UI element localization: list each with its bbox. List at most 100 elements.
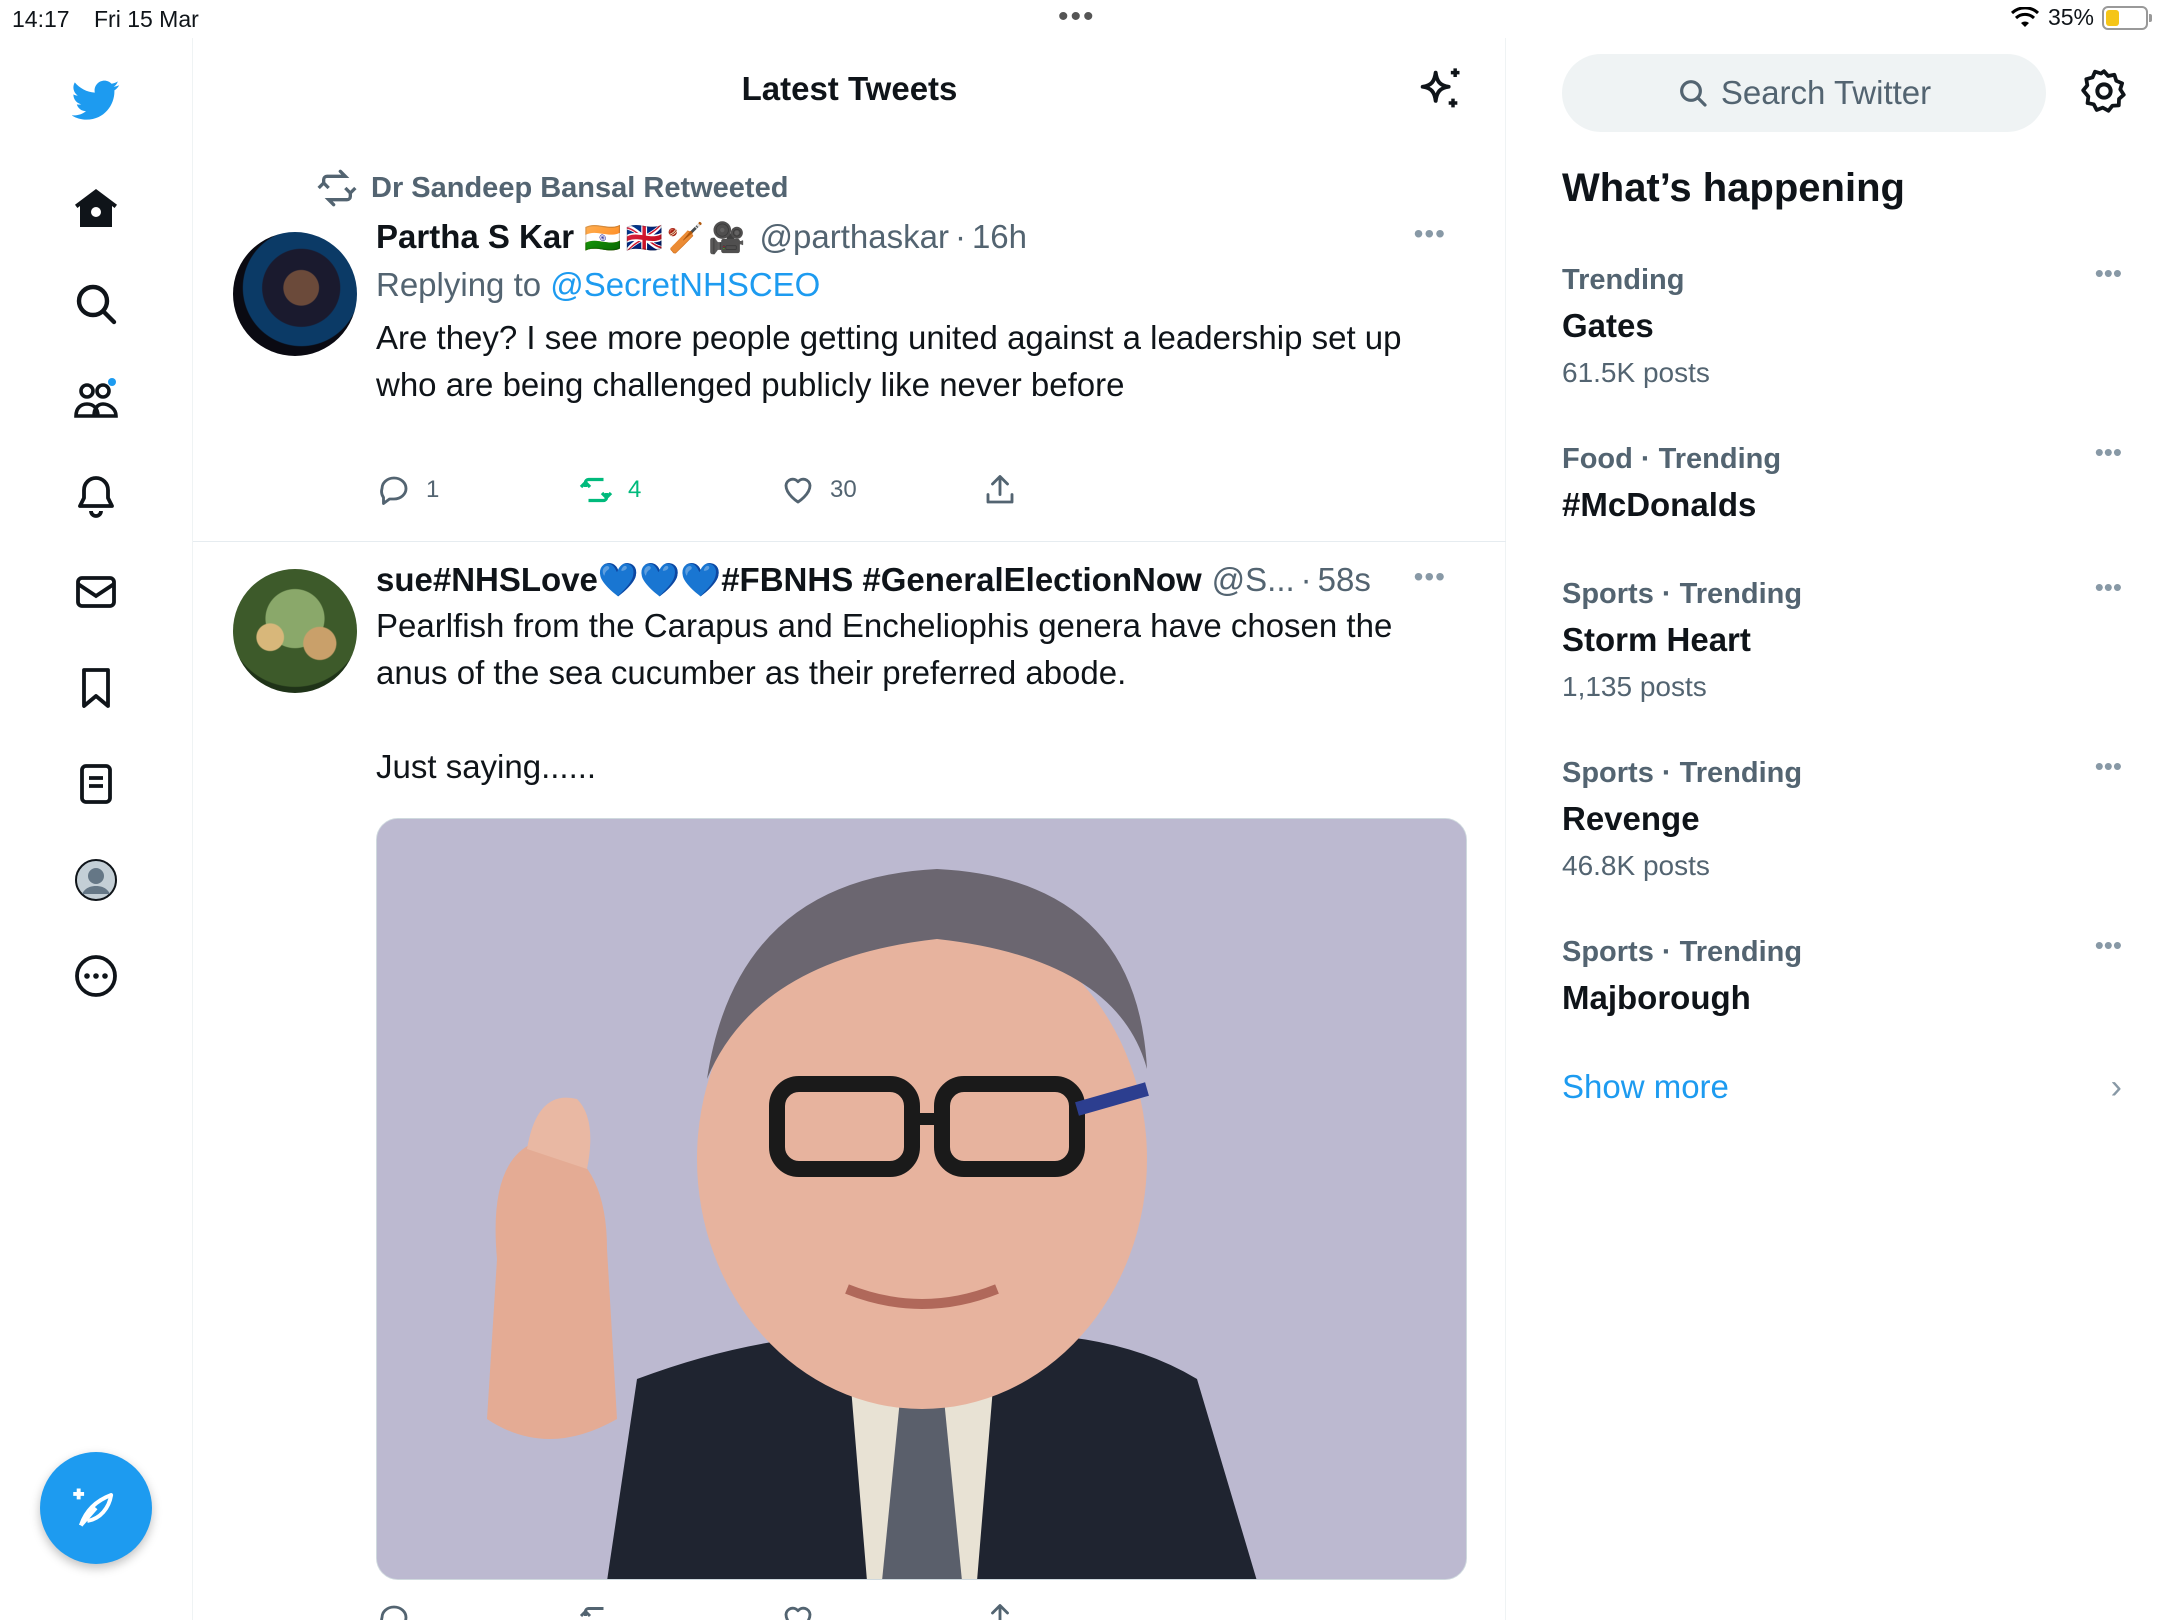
more-options-icon[interactable] [64, 944, 128, 1008]
trend-name: Gates [1562, 307, 1654, 344]
trend-count: 1,135 posts [1562, 671, 1707, 702]
replying-to-handle[interactable]: @SecretNHSCEO [550, 266, 820, 303]
retweet-button[interactable]: 4 [578, 472, 780, 508]
tweet-text: Are they? I see more people getting unit… [376, 319, 1411, 403]
trend-more-icon[interactable]: ••• [2095, 437, 2122, 468]
heart-icon [784, 477, 812, 504]
status-date: Fri 15 Mar [94, 6, 199, 32]
retweet-context: Dr Sandeep Bansal Retweeted [317, 168, 788, 208]
left-navigation [0, 38, 193, 1620]
like-button[interactable] [780, 1601, 982, 1620]
tweet-body: sue#NHSLove 💙💙💙 #FBNHS #GeneralElectionN… [376, 561, 1466, 790]
trend-name: Majborough [1562, 979, 1751, 1016]
retweet-icon [579, 477, 613, 503]
share-button[interactable] [982, 1601, 1184, 1620]
messages-envelope-icon[interactable] [64, 560, 128, 624]
retweet-count: 4 [628, 476, 642, 503]
show-more-link[interactable]: Show more › [1562, 1068, 2122, 1106]
twitter-logo-icon[interactable] [64, 68, 128, 132]
trend-name: #McDonalds [1562, 486, 1757, 523]
multitasking-dots[interactable]: ••• [1058, 0, 1096, 34]
retweeted-by[interactable]: Dr Sandeep Bansal Retweeted [371, 172, 788, 205]
notifications-bell-icon[interactable] [64, 464, 128, 528]
trend-count: 46.8K posts [1562, 850, 1710, 881]
share-button[interactable] [982, 472, 1184, 508]
reply-icon [380, 1605, 408, 1620]
settings-gear-icon[interactable] [2079, 66, 2129, 116]
author-name-emojis: 🇮🇳🇬🇧🏏🎥 [584, 222, 750, 255]
trend-meta: Sports · Trending [1562, 757, 1803, 789]
tweet-image[interactable] [376, 818, 1467, 1580]
share-icon [986, 475, 1014, 504]
trend-meta: Sports · Trending [1562, 936, 1803, 968]
tweet-more-icon[interactable]: ••• [1414, 561, 1446, 593]
author-handle[interactable]: @S... [1212, 561, 1295, 599]
battery-percent: 35% [2047, 4, 2094, 30]
trend-item[interactable]: Trending Gates 61.5K posts ••• [1562, 258, 2122, 389]
trend-name: Storm Heart [1562, 621, 1751, 658]
tweet-text: Pearlfish from the Carapus and Encheliop… [376, 607, 1393, 785]
author-name-part2[interactable]: #FBNHS #GeneralElectionNow [721, 561, 1201, 599]
sparkle-icon[interactable] [1414, 64, 1466, 116]
trend-meta: Sports · Trending [1562, 578, 1803, 610]
retweet-icon [317, 169, 357, 207]
timeline: Latest Tweets Dr Sandeep Bansal Retweete… [193, 38, 1506, 1620]
retweet-button[interactable] [578, 1601, 780, 1620]
like-button[interactable]: 30 [780, 472, 982, 508]
photo-man-in-suit [377, 819, 1466, 1579]
trend-more-icon[interactable]: ••• [2095, 751, 2122, 782]
tweet-time[interactable]: 16h [972, 218, 1027, 256]
profile-avatar-icon[interactable] [64, 848, 128, 912]
reply-button[interactable]: 1 [376, 472, 578, 508]
blue-hearts: 💙💙💙 [597, 561, 722, 598]
search-placeholder: Search Twitter [1720, 74, 1932, 111]
tweet-body: Partha S Kar 🇮🇳🇬🇧🏏🎥 @parthaskar · 16h ••… [376, 218, 1466, 408]
avatar[interactable] [233, 232, 357, 356]
tweet-actions [376, 1601, 1184, 1620]
avatar[interactable] [233, 569, 357, 693]
communities-icon[interactable] [64, 368, 128, 432]
tweet[interactable]: Dr Sandeep Bansal Retweeted Partha S Kar… [193, 148, 1506, 542]
compose-tweet-button[interactable] [40, 1452, 152, 1564]
battery-icon [2102, 5, 2152, 30]
trend-item[interactable]: Sports · Trending Majborough ••• [1562, 930, 2122, 1017]
trend-more-icon[interactable]: ••• [2095, 930, 2122, 961]
trend-item[interactable]: Food · Trending #McDonalds ••• [1562, 437, 2122, 524]
separator: · [1300, 561, 1312, 598]
separator: · [954, 218, 966, 255]
lists-icon[interactable] [64, 752, 128, 816]
timeline-header: Latest Tweets [193, 38, 1506, 148]
replying-prefix: Replying to [376, 266, 542, 303]
tweet[interactable]: sue#NHSLove 💙💙💙 #FBNHS #GeneralElectionN… [193, 543, 1506, 1620]
trend-more-icon[interactable]: ••• [2095, 258, 2122, 289]
trend-item[interactable]: Sports · Trending Storm Heart 1,135 post… [1562, 572, 2122, 703]
heart-icon [784, 1606, 812, 1620]
replying-to: Replying to @SecretNHSCEO [376, 266, 1466, 304]
trend-count: 61.5K posts [1562, 357, 1710, 388]
battery-fill [2106, 9, 2120, 26]
tweet-time[interactable]: 58s [1318, 561, 1371, 599]
author-name-part1[interactable]: sue#NHSLove [376, 561, 598, 599]
status-time: 14:17 [12, 6, 70, 32]
search-icon [1679, 80, 1707, 107]
explore-search-icon[interactable] [64, 272, 128, 336]
chevron-right-icon: › [2110, 1068, 2122, 1106]
search-input[interactable]: Search Twitter [1562, 54, 2046, 132]
author-name[interactable]: Partha S Kar [376, 218, 574, 256]
trend-meta: Food · Trending [1562, 443, 1782, 475]
bookmarks-icon[interactable] [64, 656, 128, 720]
author-handle[interactable]: @parthaskar [760, 218, 949, 256]
right-sidebar: Search Twitter What’s happening Trending… [1507, 38, 2160, 1620]
trend-item[interactable]: Sports · Trending Revenge 46.8K posts ••… [1562, 751, 2122, 882]
trend-more-icon[interactable]: ••• [2095, 572, 2122, 603]
tweet-author-row: sue#NHSLove 💙💙💙 #FBNHS #GeneralElectionN… [376, 561, 1466, 600]
reply-button[interactable] [376, 1601, 578, 1620]
home-icon[interactable] [64, 176, 128, 240]
tweet-actions: 1 4 30 [376, 472, 1184, 508]
whats-happening-title: What’s happening [1562, 166, 1905, 210]
wifi-icon [2010, 6, 2039, 27]
tweet-more-icon[interactable]: ••• [1414, 218, 1446, 250]
reply-count: 1 [426, 476, 440, 503]
trend-meta: Trending [1562, 264, 1685, 296]
page-title: Latest Tweets [741, 70, 958, 107]
